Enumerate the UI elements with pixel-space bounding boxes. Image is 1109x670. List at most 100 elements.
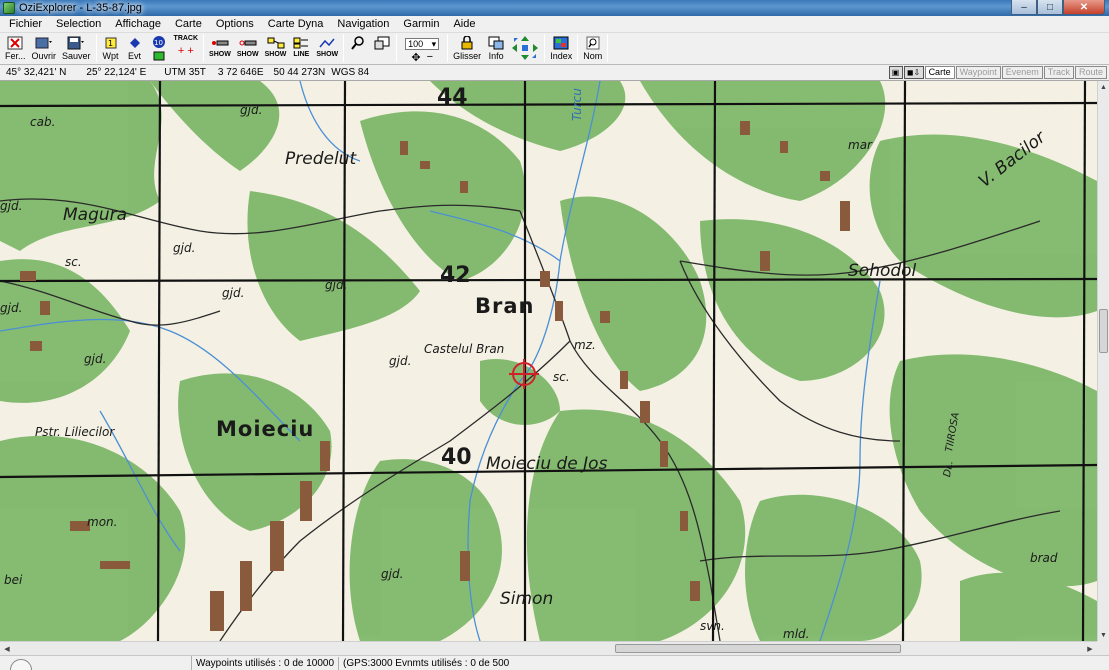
map-label-pstr-liliecilor: Pstr. Liliecilor [35, 425, 115, 439]
map-save-icon[interactable]: ◼⇩ [903, 66, 924, 79]
map-view[interactable]: Predelut Magura Bran Castelul Bran mz. s… [0, 81, 1097, 641]
scrollbar-corner [1097, 641, 1109, 655]
menu-options[interactable]: Options [209, 18, 261, 30]
zoom-in-icon[interactable]: ✥ [411, 51, 420, 64]
map-label-sohodol: Sohodol [848, 261, 917, 281]
minimize-button[interactable]: – [1011, 0, 1037, 15]
menu-selection[interactable]: Selection [49, 18, 108, 30]
drag-label: Glisser [453, 51, 482, 61]
lock-icon [458, 35, 476, 51]
zoom-window-button[interactable] [370, 33, 394, 63]
latitude-readout: 45° 32,421' N [6, 67, 67, 78]
horizontal-scroll-thumb[interactable] [615, 644, 901, 653]
easting-readout: 3 72 646E [217, 67, 264, 78]
events-used-status: (GPS:3000 Evnmts utilisés : 0 de 500 [343, 657, 510, 669]
show-waypoints-button[interactable]: SHOW [206, 33, 234, 63]
info-button[interactable]: Info [484, 33, 508, 63]
mode-track[interactable]: Track [1043, 66, 1074, 79]
toolbar-separator [396, 34, 398, 62]
menu-aide[interactable]: Aide [446, 18, 482, 30]
close-map-icon [6, 35, 24, 51]
save-icon [67, 35, 85, 51]
close-button[interactable]: ✕ [1063, 0, 1105, 15]
map-label-mon: mon. [87, 515, 118, 529]
zoom-level-select[interactable]: 100 [405, 38, 440, 50]
close-map-button[interactable]: Fer... [2, 33, 29, 63]
pan-control[interactable] [508, 33, 542, 63]
mode-waypoint[interactable]: Waypoint [955, 66, 1001, 79]
menu-affichage[interactable]: Affichage [108, 18, 168, 30]
menu-carte[interactable]: Carte [168, 18, 209, 30]
zoom-window-icon [373, 35, 391, 51]
menu-fichier[interactable]: Fichier [2, 18, 49, 30]
maximize-button[interactable]: □ [1037, 0, 1063, 15]
horizontal-scrollbar[interactable]: ◀ ▶ [0, 641, 1097, 655]
map-label-gjd-9: gjd. [381, 567, 404, 581]
open-folder-icon [35, 35, 53, 51]
cursor-crosshair-icon [509, 359, 539, 389]
mode-carte[interactable]: Carte [924, 66, 955, 79]
show-route-button[interactable]: SHOW [262, 33, 290, 63]
waypoint-button[interactable]: 1 Wpt [99, 33, 123, 63]
menu-garmin[interactable]: Garmin [396, 18, 446, 30]
line-show-button[interactable]: SHOW [313, 33, 341, 63]
toolbar-separator [447, 34, 449, 62]
map-label-mld: mld. [783, 627, 810, 641]
menu-carte-dyna[interactable]: Carte Dyna [261, 18, 331, 30]
track-plus-icon: + + [177, 45, 194, 57]
toolbar-separator [203, 34, 205, 62]
show-events-button[interactable]: SHOW [234, 33, 262, 63]
scroll-down-icon[interactable]: ▼ [1098, 629, 1109, 641]
close-map-label: Fer... [5, 51, 26, 61]
show-waypoints-label: SHOW [209, 51, 231, 58]
map-label-moieciu-de-jos: Moieciu de Jos [486, 454, 608, 474]
app-icon [3, 2, 15, 14]
topographic-map [0, 81, 1097, 641]
mode-event[interactable]: Evenem [1001, 66, 1043, 79]
map-label-gjd-3: gjd. [222, 286, 245, 300]
zoom-out-icon[interactable]: − [427, 51, 433, 64]
map-label-bran: Bran [475, 294, 535, 318]
save-button[interactable]: Sauver [59, 33, 94, 63]
vertical-scrollbar[interactable]: ▲ ▼ [1097, 81, 1109, 641]
map-label-brad: brad [1030, 551, 1058, 565]
info-label: Info [488, 51, 504, 61]
scroll-left-icon[interactable]: ◀ [0, 642, 14, 655]
scroll-right-icon[interactable]: ▶ [1083, 642, 1097, 655]
find-button[interactable] [346, 33, 370, 63]
map-label-turcu: Turcu [570, 88, 584, 121]
event-diamond-icon [126, 35, 144, 51]
map-label-magura: Magura [63, 205, 128, 225]
toolbar-separator [544, 34, 546, 62]
waypoint-icon: 1 [102, 35, 120, 51]
title-bar: OziExplorer - L-35-87.jpg – □ ✕ [0, 0, 1109, 16]
open-button[interactable]: Ouvrir [29, 33, 60, 63]
green-marker-icon [150, 49, 168, 63]
map-image-icon[interactable]: ▣ [888, 66, 903, 79]
name-search-button[interactable]: Nom [580, 33, 605, 63]
menu-navigation[interactable]: Navigation [330, 18, 396, 30]
map-label-mz: mz. [574, 338, 596, 352]
mode-selector: ▣ ◼⇩ Carte Waypoint Evenem Track Route [888, 66, 1107, 79]
window-title: OziExplorer - L-35-87.jpg [19, 2, 142, 14]
map-label-gjd-8: gjd. [0, 199, 23, 213]
northing-readout: 50 44 273N [273, 67, 326, 78]
scroll-up-icon[interactable]: ▲ [1098, 81, 1109, 93]
map-label-sc-magura: sc. [65, 255, 82, 269]
vertical-scroll-thumb[interactable] [1099, 309, 1108, 353]
line-button[interactable]: LINE [289, 33, 313, 63]
drag-button[interactable]: Glisser [450, 33, 484, 63]
event-button[interactable]: Evt [123, 33, 147, 63]
save-label: Sauver [62, 51, 91, 61]
map-label-gjd-6: gjd. [84, 352, 107, 366]
waypoint-number-button[interactable]: 10 [147, 33, 171, 63]
menu-bar: Fichier Selection Affichage Carte Option… [0, 16, 1109, 33]
track-button[interactable]: TRACK + + [171, 33, 202, 63]
open-label: Ouvrir [31, 51, 57, 61]
index-button[interactable]: Index [547, 33, 575, 63]
waypoints-used-status: Waypoints utilisés : 0 de 10000 [196, 657, 335, 669]
mode-route[interactable]: Route [1074, 66, 1107, 79]
map-label-gjd-5: gjd. [389, 354, 412, 368]
map-label-sc-bran: sc. [553, 370, 570, 384]
name-search-label: Nom [583, 51, 603, 61]
